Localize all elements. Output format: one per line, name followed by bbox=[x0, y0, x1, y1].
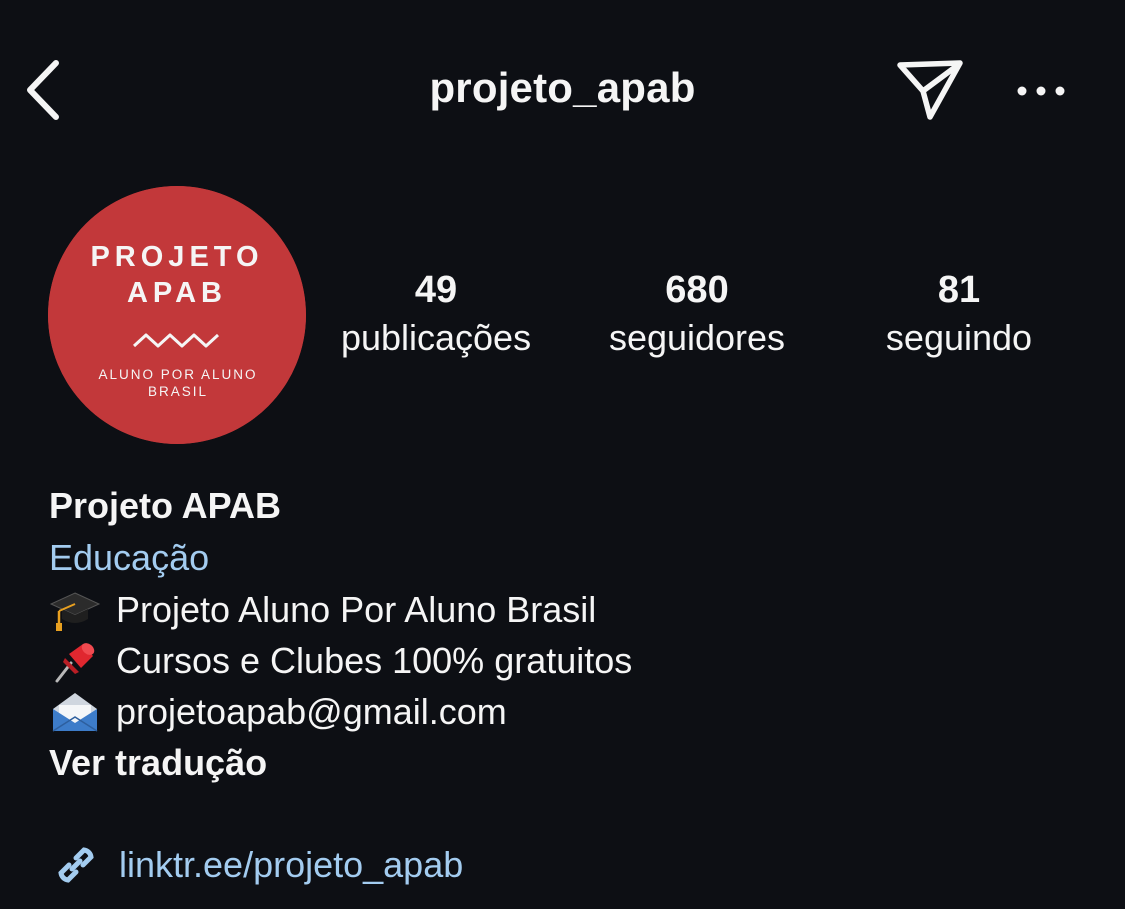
bio-line-text: Projeto Aluno Por Aluno Brasil bbox=[116, 589, 597, 630]
bio-line-text: Cursos e Clubes 100% gratuitos bbox=[116, 640, 633, 681]
followers-label: seguidores bbox=[608, 317, 786, 358]
profile-name: Projeto APAB bbox=[49, 485, 282, 526]
followers-stat[interactable]: 680 seguidores bbox=[567, 266, 827, 362]
bio-line: projetoapab@gmail.com bbox=[49, 686, 1089, 737]
posts-count: 49 bbox=[414, 269, 458, 311]
logo-line-4: BRASIL bbox=[148, 384, 208, 399]
paper-plane-icon bbox=[897, 60, 963, 120]
logo-line-1: PROJETO bbox=[90, 241, 263, 273]
profile-avatar[interactable]: PROJETO APAB ALUNO POR ALUNO BRASIL bbox=[48, 186, 306, 444]
link-icon bbox=[58, 847, 94, 883]
following-label: seguindo bbox=[885, 317, 1033, 358]
graduation-cap-icon bbox=[49, 587, 101, 633]
following-count: 81 bbox=[937, 269, 981, 311]
following-stat[interactable]: 81 seguindo bbox=[829, 266, 1089, 362]
envelope-icon bbox=[49, 689, 101, 735]
profile-category[interactable]: Educação bbox=[49, 532, 1089, 584]
logo-line-2: APAB bbox=[127, 277, 227, 309]
pushpin-icon bbox=[49, 638, 101, 684]
bio-line: Cursos e Clubes 100% gratuitos bbox=[49, 635, 1089, 686]
profile-bio: Projeto APAB Educação Projeto Aluno Por … bbox=[49, 480, 1089, 789]
website-link[interactable]: linktr.ee/projeto_apab bbox=[49, 838, 463, 892]
send-message-button[interactable] bbox=[892, 55, 968, 125]
bio-line-text: projetoapab@gmail.com bbox=[116, 691, 507, 732]
followers-count: 680 bbox=[665, 269, 729, 311]
see-translation-button[interactable]: Ver tradução bbox=[49, 737, 1089, 789]
website-url: linktr.ee/projeto_apab bbox=[119, 844, 464, 885]
apab-logo: PROJETO APAB ALUNO POR ALUNO BRASIL bbox=[48, 186, 306, 444]
more-options-button[interactable] bbox=[1012, 70, 1072, 112]
posts-label: publicações bbox=[340, 317, 532, 358]
bio-line: Projeto Aluno Por Aluno Brasil bbox=[49, 584, 1089, 635]
posts-stat[interactable]: 49 publicações bbox=[306, 266, 566, 362]
top-nav-bar: projeto_apab bbox=[0, 0, 1125, 180]
more-horizontal-icon bbox=[1017, 86, 1065, 96]
logo-line-3: ALUNO POR ALUNO bbox=[98, 367, 257, 382]
